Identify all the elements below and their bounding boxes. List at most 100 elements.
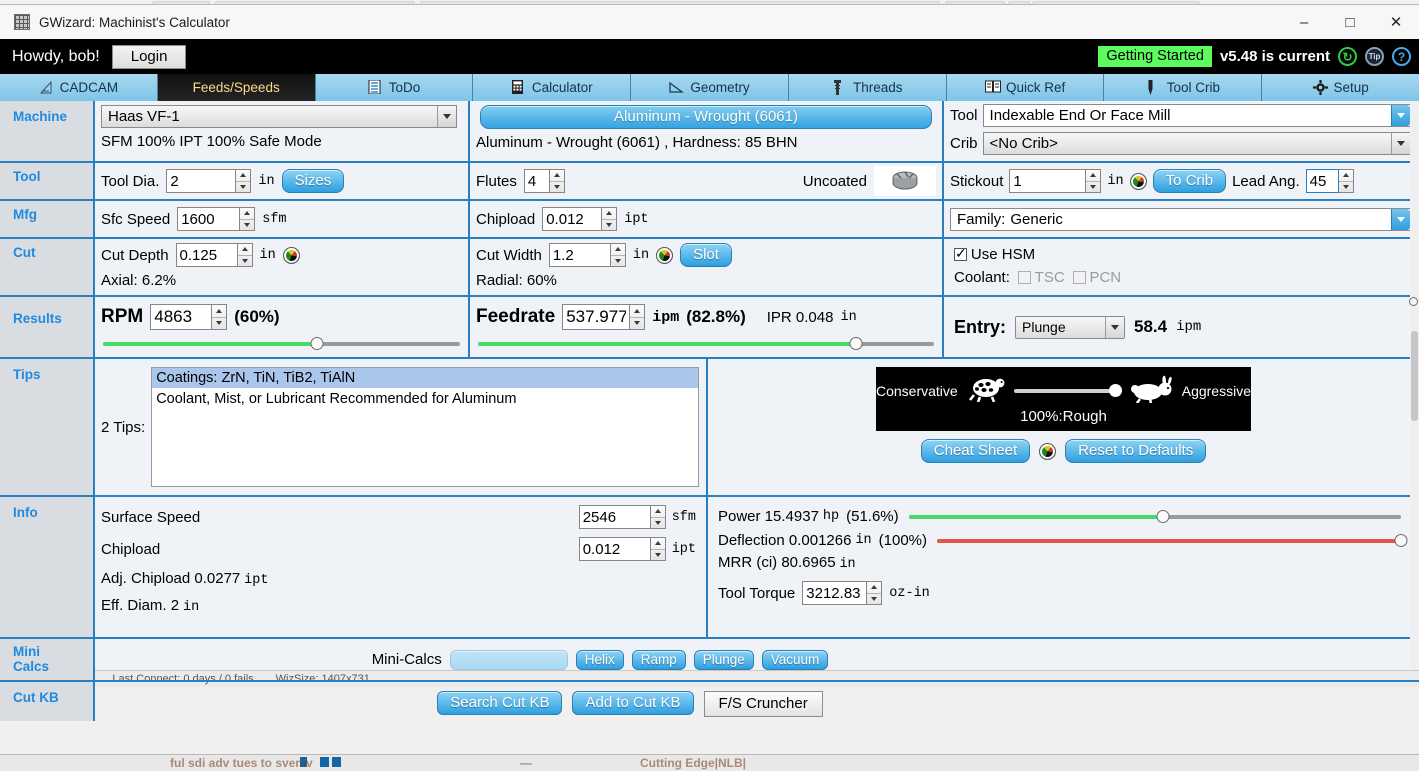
helix-button[interactable]: Helix [576, 650, 624, 670]
add-to-cut-kb-button[interactable]: Add to Cut KB [572, 691, 693, 715]
conservative-label: Conservative [876, 383, 958, 399]
chevron-down-icon [1391, 105, 1410, 126]
sfc-speed-label: Sfc Speed [101, 211, 170, 228]
book-icon [985, 80, 1000, 95]
tab-todo[interactable]: ToDo [316, 74, 474, 101]
tab-bar: CADCAM Feeds/Speeds ToDo Calculator Geom… [0, 74, 1419, 101]
eff-diam-text: Eff. Diam. 2 [101, 597, 179, 614]
tool-dia-stepper[interactable] [166, 169, 251, 193]
close-button[interactable]: ✕ [1373, 5, 1419, 39]
scrollbar-thumb[interactable] [1411, 331, 1418, 421]
cut-width-stepper[interactable] [549, 243, 626, 267]
rpm-slider[interactable] [103, 337, 460, 350]
plunge-button[interactable]: Plunge [694, 650, 754, 670]
spinner[interactable] [630, 304, 645, 330]
gauge-icon[interactable] [656, 247, 673, 264]
power-percent: (51.6%) [846, 508, 899, 525]
adj-chipload-text: Adj. Chipload 0.0277 [101, 570, 240, 587]
spinner[interactable] [1086, 169, 1101, 193]
refresh-icon[interactable]: ↻ [1338, 47, 1357, 66]
spinner[interactable] [651, 537, 666, 561]
cheat-sheet-button[interactable]: Cheat Sheet [921, 439, 1030, 463]
spinner[interactable] [1339, 169, 1354, 193]
reset-defaults-button[interactable]: Reset to Defaults [1065, 439, 1206, 463]
rpm-stepper[interactable] [150, 304, 227, 330]
to-crib-button[interactable]: To Crib [1153, 169, 1227, 193]
login-button[interactable]: Login [112, 45, 187, 69]
row-label-machine: Machine [0, 101, 95, 161]
spinner[interactable] [651, 505, 666, 529]
lead-angle-stepper[interactable] [1306, 169, 1354, 193]
family-select[interactable]: Family: Generic [950, 208, 1411, 231]
slider-knob[interactable] [849, 337, 862, 350]
fs-cruncher-button[interactable]: F/S Cruncher [704, 691, 823, 717]
slider-track [1014, 389, 1122, 393]
tip-item[interactable]: Coolant, Mist, or Lubricant Recommended … [152, 388, 698, 410]
spinner[interactable] [602, 207, 617, 231]
info-chipload-stepper[interactable] [579, 537, 666, 561]
surface-speed-stepper[interactable] [579, 505, 666, 529]
power-slider[interactable] [909, 510, 1401, 523]
search-cut-kb-button[interactable]: Search Cut KB [437, 691, 562, 715]
spinner[interactable] [238, 243, 253, 267]
aggressiveness-slider[interactable] [1014, 384, 1122, 398]
sfc-speed-stepper[interactable] [177, 207, 255, 231]
tip-item[interactable]: Coatings: ZrN, TiN, TiB2, TiAlN [152, 368, 698, 388]
getting-started-button[interactable]: Getting Started [1098, 46, 1212, 67]
gauge-icon[interactable] [1039, 443, 1056, 460]
use-hsm-checkbox[interactable] [954, 248, 967, 261]
slot-button[interactable]: Slot [680, 243, 732, 267]
spinner[interactable] [550, 169, 565, 193]
feedrate-stepper[interactable] [562, 304, 645, 330]
gauge-icon[interactable] [283, 247, 300, 264]
help-icon[interactable]: ? [1392, 47, 1411, 66]
slider-knob[interactable] [1395, 534, 1408, 547]
crib-select[interactable]: <No Crib> [983, 132, 1411, 155]
spinner[interactable] [236, 169, 251, 193]
aggressiveness-text: 100%:Rough [876, 408, 1251, 425]
tool-torque-stepper[interactable] [802, 581, 882, 605]
resize-handle[interactable] [1409, 297, 1418, 306]
tab-calculator[interactable]: Calculator [473, 74, 631, 101]
tab-tool-crib[interactable]: Tool Crib [1104, 74, 1262, 101]
coolant-pcn-checkbox[interactable] [1073, 271, 1086, 284]
list-icon [368, 80, 383, 95]
mini-calcs-label-line2: Calcs [13, 659, 93, 674]
slider-knob[interactable] [1156, 510, 1169, 523]
tool-type-select[interactable]: Indexable End Or Face Mill [983, 104, 1411, 127]
vacuum-button[interactable]: Vacuum [762, 650, 829, 670]
sizes-button[interactable]: Sizes [282, 169, 345, 193]
spinner[interactable] [867, 581, 882, 605]
tab-geometry[interactable]: Geometry [631, 74, 789, 101]
tab-feeds-speeds[interactable]: Feeds/Speeds [158, 74, 316, 101]
vertical-scrollbar[interactable] [1410, 101, 1419, 670]
tip-icon[interactable]: Tip [1365, 47, 1384, 66]
tab-label: Calculator [532, 80, 593, 95]
chipload-stepper[interactable] [542, 207, 617, 231]
minimize-button[interactable]: – [1281, 5, 1327, 39]
spinner[interactable] [240, 207, 255, 231]
slider-knob[interactable] [1109, 384, 1122, 397]
stickout-stepper[interactable] [1009, 169, 1101, 193]
tab-cadcam[interactable]: CADCAM [0, 74, 158, 101]
maximize-button[interactable]: □ [1327, 5, 1373, 39]
spinner[interactable] [212, 304, 227, 330]
tab-threads[interactable]: Threads [789, 74, 947, 101]
deflection-slider[interactable] [937, 534, 1401, 547]
cut-width-input [549, 243, 611, 267]
gauge-icon[interactable] [1130, 173, 1147, 190]
flutes-stepper[interactable] [524, 169, 565, 193]
feedrate-slider[interactable] [478, 337, 934, 350]
tab-setup[interactable]: Setup [1262, 74, 1419, 101]
coolant-tsc-checkbox[interactable] [1018, 271, 1031, 284]
machine-select[interactable]: Haas VF-1 [101, 105, 457, 128]
ramp-button[interactable]: Ramp [632, 650, 686, 670]
entry-select[interactable]: Plunge [1015, 316, 1125, 339]
material-button[interactable]: Aluminum - Wrought (6061) [480, 105, 932, 129]
cut-depth-stepper[interactable] [176, 243, 253, 267]
tips-list[interactable]: Coatings: ZrN, TiN, TiB2, TiAlN Coolant,… [151, 367, 699, 487]
slider-knob[interactable] [311, 337, 324, 350]
spinner[interactable] [611, 243, 626, 267]
tool-type-label: Tool [950, 107, 978, 124]
tab-quick-ref[interactable]: Quick Ref [947, 74, 1105, 101]
